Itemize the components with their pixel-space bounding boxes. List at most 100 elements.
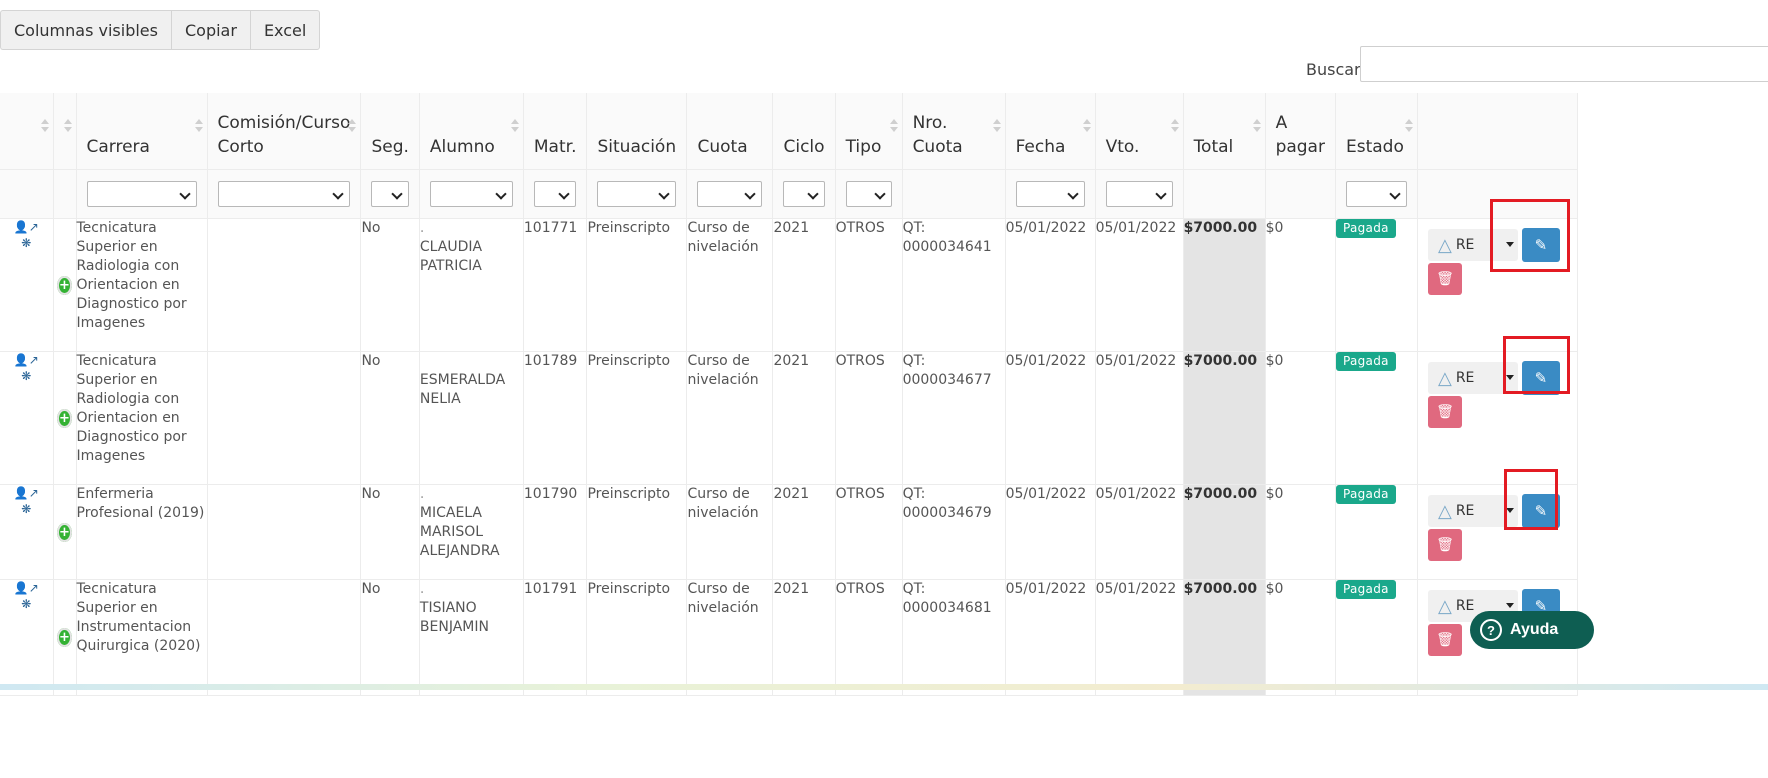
column-header-comision[interactable]: Comisión/Curso Corto	[207, 93, 362, 170]
column-header-vto[interactable]: Vto.	[1095, 93, 1184, 170]
column-header-controls[interactable]	[0, 93, 54, 170]
filter-cell-seg	[360, 169, 420, 219]
visible-columns-button[interactable]: Columnas visibles	[0, 10, 171, 50]
bug-icon[interactable]: ❋	[21, 235, 31, 251]
cell-estado: Pagada	[1335, 579, 1418, 696]
cell-seg: No	[360, 218, 420, 352]
alumno-prefix: .	[419, 581, 425, 597]
cell-actions: △ RE ✎ 🗑	[1417, 484, 1578, 580]
re-dropdown-button[interactable]: △ RE	[1427, 229, 1518, 261]
cell-tipo: OTROS	[835, 218, 903, 352]
column-header-tipo[interactable]: Tipo	[835, 93, 903, 170]
cell-estado: Pagada	[1335, 218, 1418, 352]
filter-cell-estado	[1335, 169, 1418, 219]
filter-matr-select[interactable]	[533, 181, 577, 207]
bug-icon[interactable]: ❋	[21, 501, 31, 517]
filter-vto-select[interactable]	[1105, 181, 1173, 207]
excel-button[interactable]: Excel	[249, 10, 321, 50]
cell-situacion: Preinscripto	[586, 579, 688, 696]
delete-button[interactable]: 🗑	[1427, 396, 1462, 428]
plus-circle-icon[interactable]: +	[57, 408, 72, 428]
column-header-seg[interactable]: Seg.	[360, 93, 420, 170]
help-button[interactable]: ? Ayuda	[1470, 611, 1594, 649]
column-header-carrera[interactable]: Carrera	[76, 93, 208, 170]
plus-circle-icon[interactable]: +	[57, 522, 72, 542]
cell-alumno: . CLAUDIA PATRICIA	[419, 218, 524, 352]
cell-alumno: . TISIANO BENJAMIN	[419, 579, 524, 696]
column-header-ciclo[interactable]: Ciclo	[772, 93, 836, 170]
cell-estado: Pagada	[1335, 484, 1418, 580]
filter-cell-tipo	[835, 169, 903, 219]
plus-circle-icon[interactable]: +	[57, 275, 72, 295]
filter-empty	[1417, 169, 1578, 219]
search-input[interactable]	[1360, 46, 1768, 82]
external-link-icon[interactable]: ↗	[29, 485, 39, 501]
column-header-a-pagar[interactable]: A pagar	[1265, 93, 1336, 170]
bug-icon[interactable]: ❋	[21, 368, 31, 384]
cell-nro-cuota: QT: 0000034679	[902, 484, 1006, 580]
edit-button[interactable]: ✎	[1521, 361, 1560, 395]
expand-cell: +	[53, 579, 77, 696]
filter-tipo-select[interactable]	[845, 181, 892, 207]
filter-cell-cuota	[686, 169, 774, 219]
column-header-alumno[interactable]: Alumno	[419, 93, 524, 170]
cell-vto: 05/01/2022	[1095, 484, 1184, 580]
filter-fecha-select[interactable]	[1015, 181, 1085, 207]
re-dropdown-button[interactable]: △ RE	[1427, 362, 1518, 394]
column-header-total[interactable]: Total	[1183, 93, 1266, 170]
filter-comision-select[interactable]	[217, 181, 351, 207]
user-icon[interactable]: 👤	[14, 485, 29, 501]
expand-cell: +	[53, 351, 77, 485]
cell-comision	[207, 579, 362, 696]
copy-button[interactable]: Copiar	[170, 10, 250, 50]
user-icon[interactable]: 👤	[14, 352, 29, 368]
filter-cell-ciclo	[772, 169, 836, 219]
delete-button[interactable]: 🗑	[1427, 529, 1462, 561]
cell-cuota: Curso de nivelación	[686, 484, 774, 580]
filter-carrera-select[interactable]	[86, 181, 197, 207]
column-header-estado[interactable]: Estado	[1335, 93, 1418, 170]
edit-icon: ✎	[1534, 235, 1548, 254]
re-label: RE	[1455, 502, 1475, 519]
re-dropdown-button[interactable]: △ RE	[1427, 495, 1518, 527]
delete-button[interactable]: 🗑	[1427, 263, 1462, 295]
column-header-actions[interactable]	[1417, 93, 1578, 170]
bug-icon[interactable]: ❋	[21, 596, 31, 612]
filter-alumno-select[interactable]	[429, 181, 513, 207]
cell-actions: △ RE ✎ 🗑	[1417, 351, 1578, 485]
delete-button[interactable]: 🗑	[1427, 624, 1462, 656]
cell-matr: 101789	[523, 351, 588, 485]
filter-cuota-select[interactable]	[697, 181, 763, 207]
column-header-nro-cuota[interactable]: Nro. Cuota	[902, 93, 1006, 170]
column-header-cuota[interactable]: Cuota	[686, 93, 774, 170]
column-header-matr[interactable]: Matr.	[523, 93, 588, 170]
user-icon[interactable]: 👤	[14, 219, 29, 235]
external-link-icon[interactable]: ↗	[29, 219, 39, 235]
plus-circle-icon[interactable]: +	[57, 628, 72, 647]
cell-tipo: OTROS	[835, 484, 903, 580]
filter-cell-carrera	[76, 169, 208, 219]
column-header-expand[interactable]	[53, 93, 77, 170]
triangle-icon: △	[1437, 595, 1452, 617]
column-header-situacion[interactable]: Situación	[586, 93, 688, 170]
cell-estado: Pagada	[1335, 351, 1418, 485]
table-row: 👤↗ ❋ + Tecnicatura Superior en Radiologi…	[0, 351, 1578, 485]
cell-situacion: Preinscripto	[586, 351, 688, 485]
row-icons: 👤↗ ❋	[0, 218, 54, 352]
filter-cell-matr	[523, 169, 588, 219]
external-link-icon[interactable]: ↗	[29, 580, 39, 596]
cell-ciclo: 2021	[772, 579, 836, 696]
filter-cell-fecha	[1005, 169, 1096, 219]
edit-button[interactable]: ✎	[1521, 494, 1560, 528]
filter-situacion-select[interactable]	[597, 181, 677, 207]
column-header-fecha[interactable]: Fecha	[1005, 93, 1096, 170]
filter-estado-select[interactable]	[1345, 181, 1407, 207]
filter-ciclo-select[interactable]	[783, 181, 825, 207]
cell-matr: 101791	[523, 579, 588, 696]
caret-down-icon	[1505, 603, 1514, 608]
filter-seg-select[interactable]	[371, 181, 409, 207]
cell-a-pagar: $0	[1265, 351, 1336, 485]
user-icon[interactable]: 👤	[14, 580, 29, 596]
edit-button[interactable]: ✎	[1521, 228, 1560, 262]
external-link-icon[interactable]: ↗	[29, 352, 39, 368]
